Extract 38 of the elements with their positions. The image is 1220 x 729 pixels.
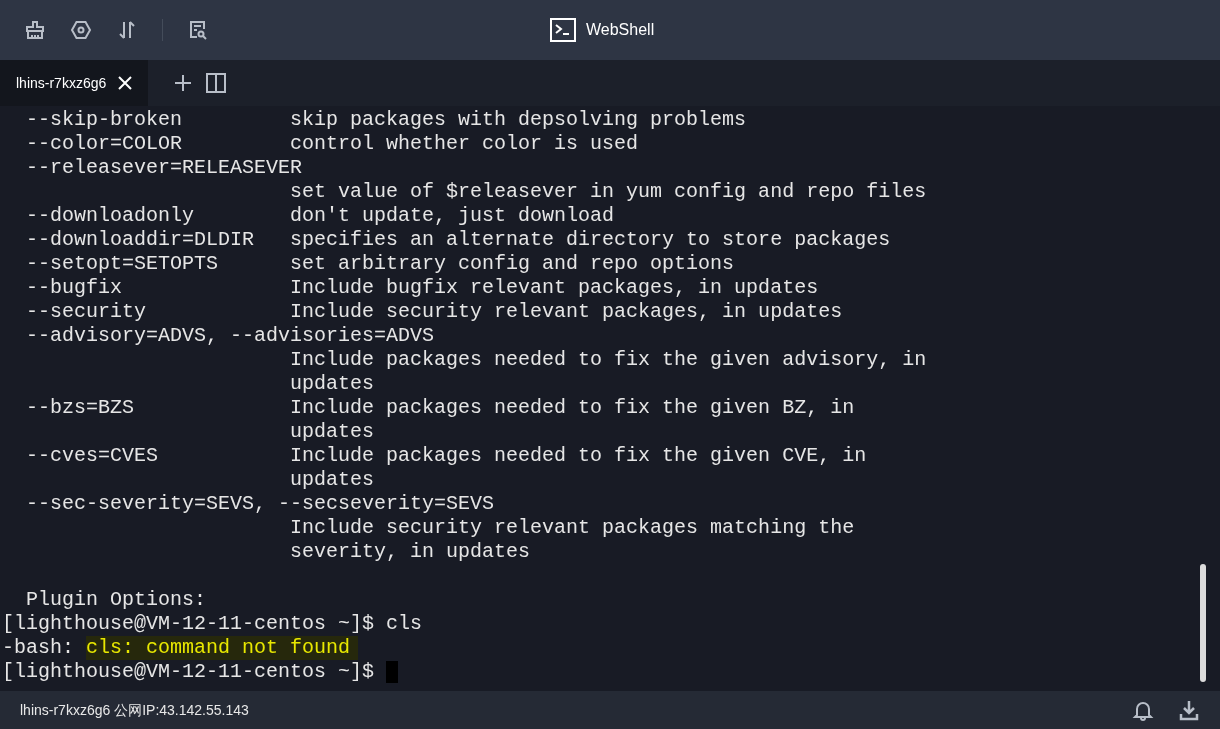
terminal-line: --advisory=ADVS, --advisories=ADVS [25,324,435,348]
download-icon[interactable] [1178,699,1200,721]
terminal-line: --downloadonly don't update, just download [25,204,615,228]
terminal-line: --bugfix Include bugfix relevant packages, in updates [25,276,819,300]
terminal-line: --releasever=RELEASEVER [25,156,303,180]
document-search-icon[interactable] [187,19,209,41]
terminal-line: Include security relevant packages matching the [289,516,855,540]
terminal-line: updates [289,372,375,396]
terminal-line: --setopt=SETOPTS set arbitrary config and repo options [25,252,735,276]
terminal-line: [lighthouse@VM-12-11-centos ~]$ cls [2,612,423,636]
bell-icon[interactable] [1132,699,1154,721]
error-prefix: -bash: [2,636,75,660]
settings-icon[interactable] [70,19,92,41]
prompt-line: [lighthouse@VM-12-11-centos ~]$ [2,660,376,684]
terminal-line: Include packages needed to fix the given advisory, in [289,348,927,372]
add-tab-icon[interactable] [174,74,193,92]
tab-label: lhins-r7kxz6g6 [16,73,107,93]
broom-icon[interactable] [24,19,46,41]
window-title: WebShell [586,20,655,40]
terminal-line: --sec-severity=SEVS, --secseverity=SEVS [25,492,495,516]
terminal-line: --bzs=BZS Include packages needed to fix the given BZ, in [25,396,855,420]
terminal-line: --skip-broken skip packages with depsolving problems [25,108,747,132]
status-text: lhins-r7kxz6g6 公网IP:43.142.55.143 [20,700,250,720]
terminal-line: Plugin Options: [25,588,207,612]
terminal-tab[interactable]: lhins-r7kxz6g6 [0,60,149,106]
terminal-icon [550,18,576,42]
error-message: cls: command not found [86,636,359,660]
terminal-line: severity, in updates [289,540,531,564]
terminal-line: updates [289,468,375,492]
split-view-icon[interactable] [206,73,227,93]
terminal-line: --cves=CVES Include packages needed to fix the given CVE, in [25,444,867,468]
terminal-line: --color=COLOR control whether color is used [25,132,639,156]
terminal-line: --security Include security relevant packages, in updates [25,300,843,324]
scrollbar-thumb[interactable] [1200,564,1206,682]
close-icon[interactable] [118,76,133,90]
terminal-line: --downloaddir=DLDIR specifies an alternate directory to store packages [25,228,891,252]
terminal-line: updates [289,420,375,444]
terminal-line: set value of $releasever in yum config and repo files [289,180,927,204]
